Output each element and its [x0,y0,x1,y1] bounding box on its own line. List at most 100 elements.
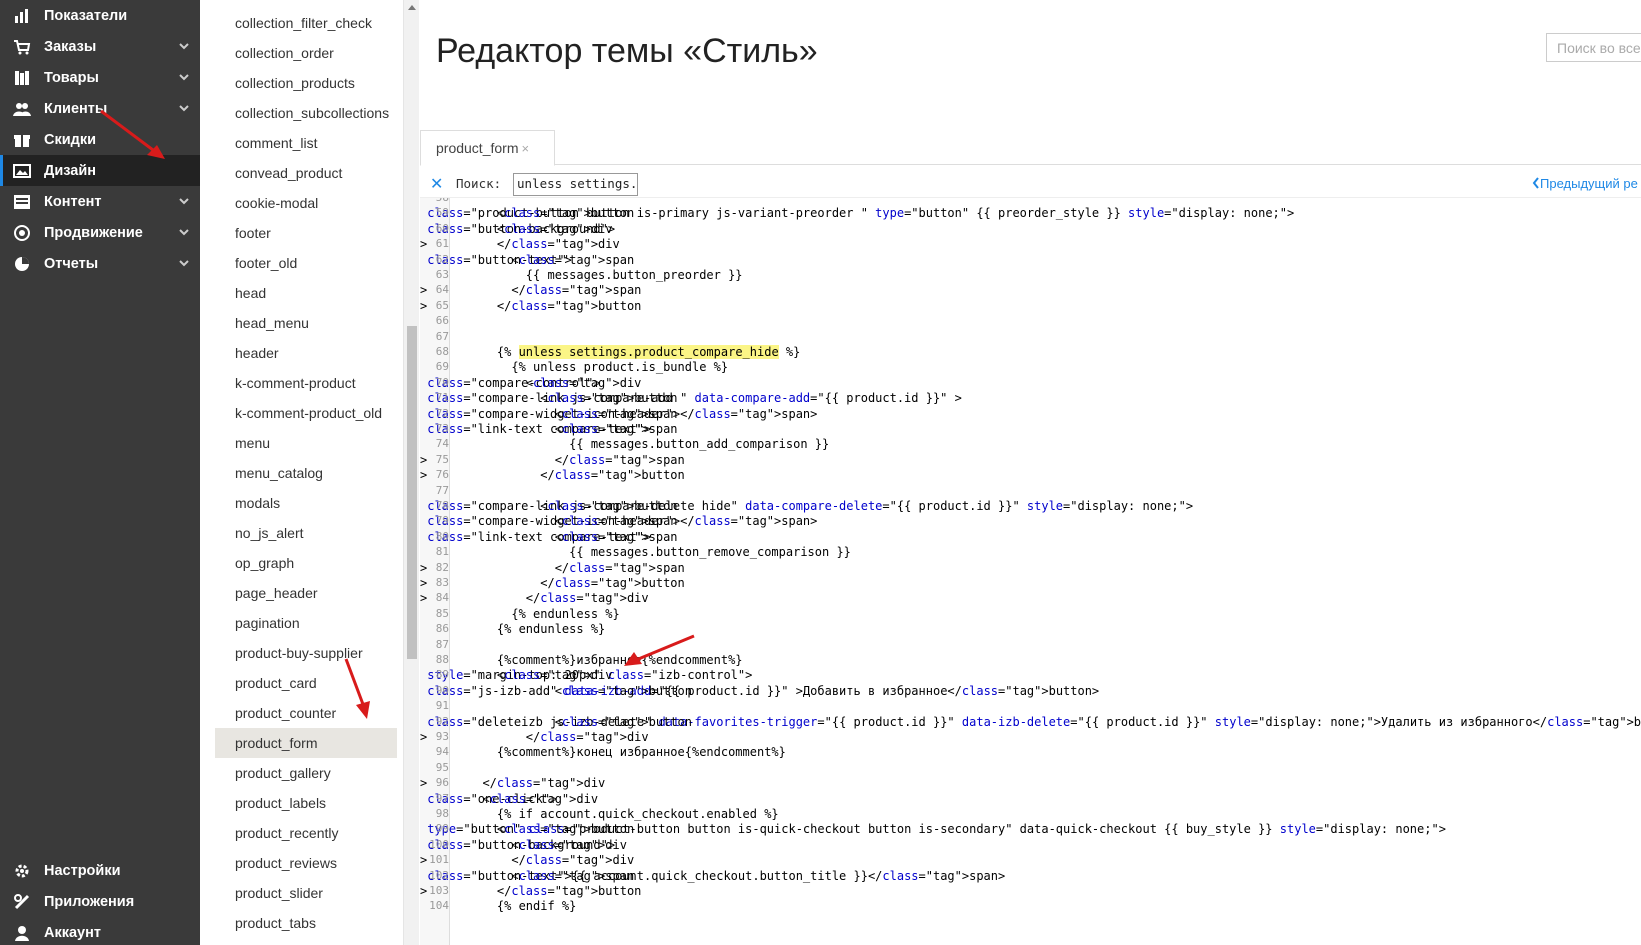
scroll-up-icon[interactable] [408,5,416,10]
code-line[interactable]: 104 {% endif %} [420,898,1641,914]
code-line[interactable]: 97 <class="tag">div class="one-click"> [420,791,1641,807]
code-line[interactable]: 78 <class="tag">button class="compare-li… [420,498,1641,514]
chevron-down-icon[interactable] [178,195,190,207]
template-item[interactable]: k-comment-product_old [215,398,397,428]
template-item[interactable]: head_menu [215,308,397,338]
template-item[interactable]: head [215,278,397,308]
template-item[interactable]: collection_filter_check [215,8,397,38]
code-line[interactable]: 93 </class="tag">div > [420,729,1641,745]
code-line[interactable]: 75 </class="tag">span > [420,452,1641,468]
nav-item-users[interactable]: Клиенты [0,93,200,124]
code-line[interactable]: 90 <class="tag">button class="js-izb-add… [420,683,1641,699]
code-line[interactable]: 100 <class="tag">div class="button-backg… [420,837,1641,853]
template-item[interactable]: product_recently [215,818,397,848]
code-line[interactable]: 92 <class="tag">button class="deleteizb … [420,714,1641,730]
code-line[interactable]: 76 </class="tag">button > [420,467,1641,483]
template-item[interactable]: footer_old [215,248,397,278]
template-item[interactable]: page_header [215,578,397,608]
template-item[interactable]: modals [215,488,397,518]
code-line[interactable]: 66 [420,313,1641,329]
nav-item-gift[interactable]: Скидки [0,124,200,155]
template-item[interactable]: menu_catalog [215,458,397,488]
code-line[interactable]: 67 [420,329,1641,345]
template-item[interactable]: product_labels [215,788,397,818]
code-search-input[interactable]: unless settings.pr [513,173,638,196]
code-line[interactable]: 99 <class="tag">button type="button" cla… [420,821,1641,837]
code-line[interactable]: 68 {% unless settings.product_compare_hi… [420,344,1641,360]
nav-item-account[interactable]: Аккаунт [0,917,200,945]
template-item[interactable]: product_card [215,668,397,698]
code-line[interactable]: 91 [420,698,1641,714]
nav-item-bar-chart[interactable]: Показатели [0,0,200,31]
nav-item-gear[interactable]: Настройки [0,855,200,886]
code-line[interactable]: 59 <class="tag">button class="product-bu… [420,205,1641,221]
code-line[interactable]: 65 </class="tag">button > [420,298,1641,314]
code-line[interactable]: 98 {% if account.quick_checkout.enabled … [420,806,1641,822]
code-line[interactable]: 73 <class="tag">span class="link-text co… [420,421,1641,437]
template-item[interactable]: collection_subcollections [215,98,397,128]
template-item[interactable]: menu [215,428,397,458]
code-line[interactable]: 81 {{ messages.button_remove_comparison … [420,544,1641,560]
chevron-down-icon[interactable] [178,40,190,52]
code-line[interactable]: 103 </class="tag">button > [420,883,1641,899]
code-line[interactable]: 62 <class="tag">span class="button-text"… [420,252,1641,268]
scrollbar-thumb[interactable] [407,326,417,659]
code-line[interactable]: 71 <class="tag">button class="compare-li… [420,390,1641,406]
nav-item-content[interactable]: Контент [0,186,200,217]
template-item[interactable]: product_reviews [215,848,397,878]
template-item[interactable]: product-buy-supplier [215,638,397,668]
nav-item-puzzle[interactable]: Приложения [0,886,200,917]
code-line[interactable]: 85 {% endunless %} [420,606,1641,622]
code-line[interactable]: 101 </class="tag">div > [420,852,1641,868]
code-line[interactable]: 83 </class="tag">button > [420,575,1641,591]
nav-item-cart[interactable]: Заказы [0,31,200,62]
search-previous-link[interactable]: Предыдущий ре [1532,176,1638,191]
nav-item-pie-chart[interactable]: Отчеты [0,248,200,279]
code-line[interactable]: 86 {% endunless %} [420,621,1641,637]
code-line[interactable]: 95 [420,760,1641,776]
template-item[interactable]: collection_products [215,68,397,98]
nav-item-promo[interactable]: Продвижение [0,217,200,248]
chevron-down-icon[interactable] [178,257,190,269]
code-line[interactable]: 89 <class="tag">div style="margin-top: 2… [420,667,1641,683]
template-item[interactable]: product_gallery [215,758,397,788]
template-item[interactable]: op_graph [215,548,397,578]
template-item[interactable]: collection_order [215,38,397,68]
code-line[interactable]: 82 </class="tag">span > [420,560,1641,576]
template-item[interactable]: product_counter [215,698,397,728]
global-search-input[interactable]: Поиск во все [1546,33,1641,62]
chevron-down-icon[interactable] [178,226,190,238]
code-line[interactable]: 64 </class="tag">span > [420,282,1641,298]
code-line[interactable]: 102 <class="tag">span class="button-text… [420,868,1641,884]
code-line[interactable]: 63 {{ messages.button_preorder }} [420,267,1641,283]
code-line[interactable]: 77 [420,483,1641,499]
code-line[interactable]: 60 <class="tag">div class="button-backgr… [420,221,1641,237]
template-list-scrollbar[interactable] [403,0,419,945]
close-search-icon[interactable]: ✕ [430,174,443,194]
template-item[interactable]: pagination [215,608,397,638]
chevron-down-icon[interactable] [178,102,190,114]
code-line[interactable]: 70 <class="tag">div class="compare-contr… [420,375,1641,391]
code-line[interactable]: 61 </class="tag">div > [420,236,1641,252]
code-line[interactable]: 80 <class="tag">span class="link-text co… [420,529,1641,545]
tab-close-icon[interactable]: × [521,141,529,156]
template-item[interactable]: product_tabs [215,908,397,938]
code-line[interactable]: 88 {%comment%}избранное{%endcomment%} [420,652,1641,668]
code-line[interactable]: 84 </class="tag">div > [420,590,1641,606]
code-editor[interactable]: 58 59 <class="tag">button class="product-… [420,197,1641,945]
code-line[interactable]: 74 {{ messages.button_add_comparison }} [420,436,1641,452]
template-item[interactable]: k-comment-product [215,368,397,398]
template-item[interactable]: comment_list [215,128,397,158]
code-line[interactable]: 72 <class="tag">span class="compare-widg… [420,406,1641,422]
template-item[interactable]: header [215,338,397,368]
nav-item-image[interactable]: Дизайн [0,155,200,186]
code-line[interactable]: 96 </class="tag">div > [420,775,1641,791]
template-item[interactable]: cookie-modal [215,188,397,218]
code-line[interactable]: 69 {% unless product.is_bundle %} [420,359,1641,375]
template-item[interactable]: product_form [215,728,397,758]
template-item[interactable]: product_slider [215,878,397,908]
nav-item-books[interactable]: Товары [0,62,200,93]
template-item[interactable]: no_js_alert [215,518,397,548]
code-line[interactable]: 94 {%comment%}конец избранное{%endcommen… [420,744,1641,760]
chevron-down-icon[interactable] [178,71,190,83]
